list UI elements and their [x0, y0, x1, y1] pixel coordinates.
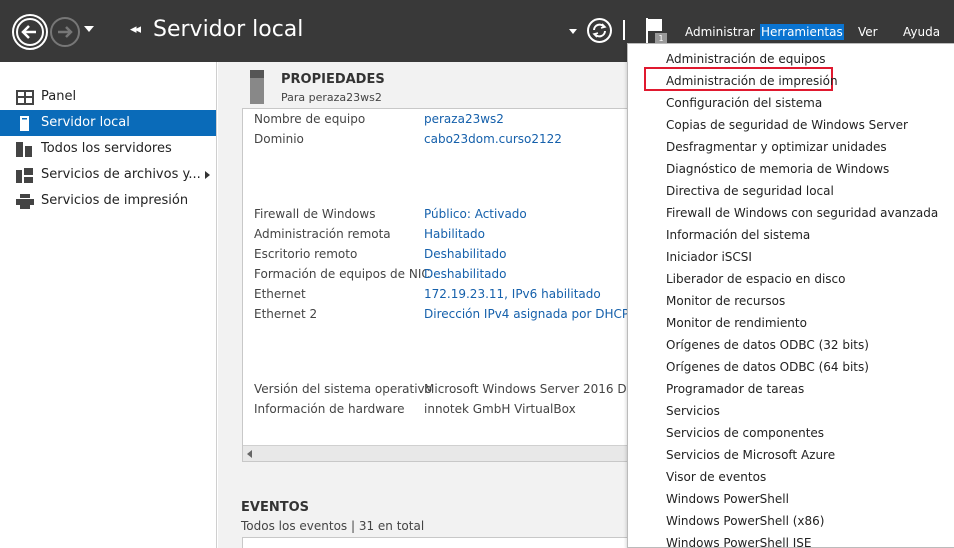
menu-item-odbc-32[interactable]: Orígenes de datos ODBC (32 bits) — [666, 338, 869, 352]
sidebar-item-todos-servidores[interactable]: Todos los servidores — [0, 136, 216, 162]
history-dropdown-button[interactable] — [84, 26, 94, 32]
sidebar-item-label: Servicios de impresión — [41, 193, 189, 208]
menu-administrar[interactable]: Administrar — [684, 24, 756, 40]
menu-item-odbc-64[interactable]: Orígenes de datos ODBC (64 bits) — [666, 360, 869, 374]
properties-title: PROPIEDADES — [281, 72, 385, 87]
prop-value: innotek GmbH VirtualBox — [424, 402, 576, 416]
file-services-icon — [16, 168, 33, 183]
menu-item-visor-eventos[interactable]: Visor de eventos — [666, 470, 766, 484]
menu-item-programador-tareas[interactable]: Programador de tareas — [666, 382, 804, 396]
prop-value-link[interactable]: cabo23dom.curso2122 — [424, 132, 562, 146]
server-icon — [250, 70, 264, 104]
sidebar-item-servicios-impresion[interactable]: Servicios de impresión — [0, 188, 216, 214]
events-subtitle: Todos los eventos | 31 en total — [241, 519, 425, 533]
properties-subtitle: Para peraza23ws2 — [281, 91, 382, 104]
prop-value-link[interactable]: Deshabilitado — [424, 247, 506, 261]
menu-item-powershell-ise[interactable]: Windows PowerShell ISE — [666, 536, 812, 548]
menu-item-monitor-rendimiento[interactable]: Monitor de rendimiento — [666, 316, 807, 330]
prop-label: Ethernet 2 — [254, 307, 318, 321]
prop-label: Firewall de Windows — [254, 207, 376, 221]
arrow-right-icon — [58, 26, 73, 38]
scroll-left-icon[interactable] — [247, 450, 252, 458]
properties-panel: Nombre de equipo peraza23ws2 Dominio cab… — [242, 108, 662, 462]
server-icon — [20, 116, 29, 131]
toolbar-separator — [623, 20, 625, 40]
sidebar-item-label: Panel — [41, 89, 77, 104]
menu-item-servicios[interactable]: Servicios — [666, 404, 720, 418]
dashboard-icon — [16, 90, 34, 105]
events-title: EVENTOS — [241, 500, 309, 515]
menu-item-servicios-componentes[interactable]: Servicios de componentes — [666, 426, 824, 440]
tools-dropdown-menu: Administración de equipos Administración… — [627, 43, 954, 548]
prop-value-link[interactable]: peraza23ws2 — [424, 112, 504, 126]
prop-label: Versión del sistema operativo — [254, 382, 432, 396]
prop-value-link[interactable]: Público: Activado — [424, 207, 527, 221]
prop-value-link[interactable]: 172.19.23.11, IPv6 habilitado — [424, 287, 601, 301]
back-button[interactable] — [12, 14, 48, 50]
menu-item-desfragmentar[interactable]: Desfragmentar y optimizar unidades — [666, 140, 887, 154]
prop-value-link[interactable]: Deshabilitado — [424, 267, 506, 281]
page-title: Servidor local — [153, 17, 304, 42]
menu-item-copias-seguridad[interactable]: Copias de seguridad de Windows Server — [666, 118, 908, 132]
menu-ver[interactable]: Ver — [857, 24, 879, 40]
prop-value-link[interactable]: Dirección IPv4 asignada por DHCP, IPv — [424, 307, 655, 321]
menu-herramientas[interactable]: Herramientas — [760, 24, 844, 40]
prop-label: Escritorio remoto — [254, 247, 358, 261]
menu-item-servicios-azure[interactable]: Servicios de Microsoft Azure — [666, 448, 835, 462]
menu-item-configuracion-sistema[interactable]: Configuración del sistema — [666, 96, 822, 110]
refresh-icon — [592, 23, 607, 38]
prop-label: Formación de equipos de NIC — [254, 267, 430, 281]
prop-value: Microsoft Windows Server 2016 Datace — [424, 382, 660, 396]
sidebar: Panel Servidor local Todos los servidore… — [0, 62, 217, 548]
prop-label: Ethernet — [254, 287, 306, 301]
prop-label: Dominio — [254, 132, 304, 146]
arrow-left-icon — [14, 16, 46, 48]
menu-item-powershell[interactable]: Windows PowerShell — [666, 492, 789, 506]
events-panel — [242, 537, 662, 548]
prop-label: Información de hardware — [254, 402, 405, 416]
menu-item-administracion-equipos[interactable]: Administración de equipos — [666, 52, 825, 66]
chevron-right-icon[interactable] — [205, 171, 210, 179]
sidebar-item-label: Todos los servidores — [41, 141, 172, 156]
sidebar-item-label: Servicios de archivos y... — [41, 167, 201, 182]
menu-ayuda[interactable]: Ayuda — [902, 24, 941, 40]
sidebar-item-servidor-local[interactable]: Servidor local — [0, 110, 216, 136]
printer-icon — [16, 194, 34, 209]
sidebar-item-panel[interactable]: Panel — [0, 84, 216, 110]
menu-item-diagnostico-memoria[interactable]: Diagnóstico de memoria de Windows — [666, 162, 889, 176]
sidebar-item-servicios-archivos[interactable]: Servicios de archivos y... — [0, 162, 216, 188]
menu-item-informacion-sistema[interactable]: Información del sistema — [666, 228, 810, 242]
menu-item-administracion-impresion[interactable]: Administración de impresión — [666, 74, 838, 88]
menu-item-monitor-recursos[interactable]: Monitor de recursos — [666, 294, 785, 308]
breadcrumb-arrows: ◂◂ — [130, 22, 141, 37]
prop-label: Nombre de equipo — [254, 112, 366, 126]
menu-item-directiva-seguridad[interactable]: Directiva de seguridad local — [666, 184, 834, 198]
horizontal-scrollbar[interactable] — [243, 445, 661, 461]
prop-label: Administración remota — [254, 227, 391, 241]
menu-item-powershell-x86[interactable]: Windows PowerShell (x86) — [666, 514, 824, 528]
forward-button[interactable] — [50, 17, 80, 47]
menu-item-firewall-avanzado[interactable]: Firewall de Windows con seguridad avanza… — [666, 206, 938, 220]
servers-icon — [16, 142, 32, 157]
menu-item-liberador-espacio[interactable]: Liberador de espacio en disco — [666, 272, 845, 286]
prop-value-link[interactable]: Habilitado — [424, 227, 485, 241]
title-dropdown-button[interactable] — [569, 29, 577, 34]
menu-item-iniciador-iscsi[interactable]: Iniciador iSCSI — [666, 250, 752, 264]
refresh-button[interactable] — [587, 18, 612, 43]
sidebar-item-label: Servidor local — [41, 115, 130, 130]
